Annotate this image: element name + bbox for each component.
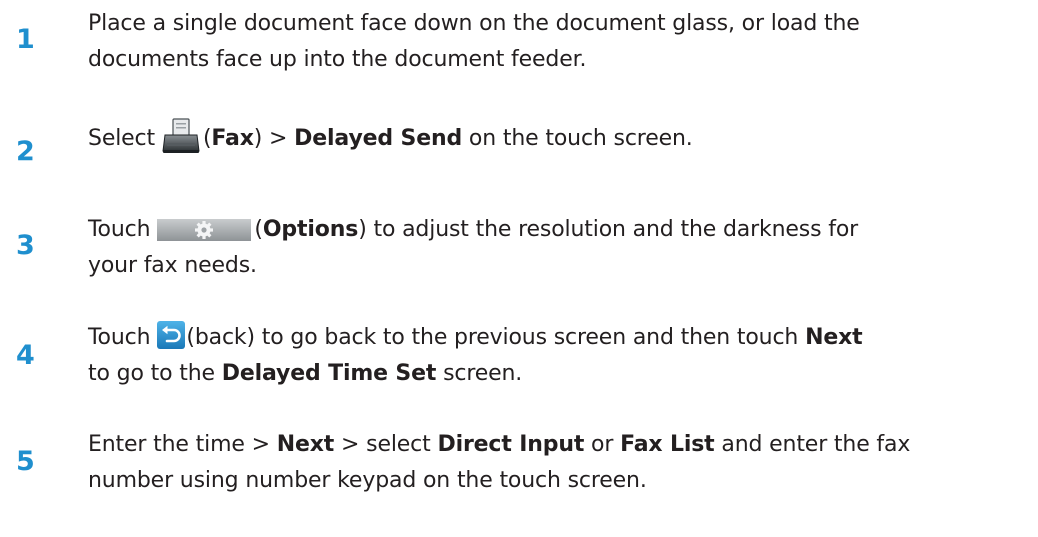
- step-line: Touch (Options) to adjust the resolution…: [88, 212, 1033, 248]
- step-text-part: Enter the time >: [88, 432, 277, 457]
- step-number: 3: [16, 230, 35, 261]
- step-line: Place a single document face down on the…: [88, 11, 860, 36]
- step-text: Touch (Options) to adjust the resolution…: [88, 212, 1033, 284]
- step-text-bold: Delayed Time Set: [221, 361, 437, 386]
- step-text-part: ) to adjust the resolution and the darkn…: [358, 217, 859, 242]
- step-text-part: on the touch screen.: [462, 126, 693, 151]
- step-line: Touch (back) to go back to the previous …: [88, 320, 1033, 356]
- step-text-part: and enter the fax: [714, 432, 911, 457]
- step-text: Enter the time > Next > select Direct In…: [88, 427, 1033, 499]
- step-text-part: (: [254, 217, 263, 242]
- step-number: 1: [16, 24, 35, 55]
- step-text-bold: Next: [276, 432, 335, 457]
- step-line: documents face up into the document feed…: [88, 47, 587, 72]
- step-text-bold: Direct Input: [437, 432, 585, 457]
- fax-icon: [161, 117, 201, 155]
- step-number: 2: [16, 136, 35, 167]
- step-text-bold: Fax: [211, 126, 254, 151]
- step-text-part: > select: [334, 432, 438, 457]
- step-text: Touch (back) to go back to the previous …: [88, 320, 1033, 392]
- step-text-part: Touch: [88, 325, 151, 350]
- step-text-part: (back) to go back to the previous screen…: [186, 325, 806, 350]
- step-text-part: to go to the: [88, 361, 222, 386]
- step-text-part: ) >: [253, 126, 295, 151]
- step-line: to go to the Delayed Time Set screen.: [88, 356, 1033, 392]
- step-text-bold: Options: [262, 217, 359, 242]
- step-text-bold: Fax List: [620, 432, 715, 457]
- back-arrow-icon: [157, 321, 186, 349]
- step-line: number using number keypad on the touch …: [88, 468, 647, 493]
- step-number: 4: [16, 340, 35, 371]
- step-text-part: or: [584, 432, 621, 457]
- step-text-bold: Next: [805, 325, 863, 350]
- step-number: 5: [16, 446, 35, 477]
- step-text-part: Select: [88, 126, 155, 151]
- step-text-part: Touch: [88, 217, 151, 242]
- step-text: Place a single document face down on the…: [88, 6, 1033, 78]
- step-text-bold: Delayed Send: [294, 126, 463, 151]
- step-line: your fax needs.: [88, 253, 257, 278]
- step-text: Select (Fax) > Delayed Send on the touch…: [88, 117, 1033, 158]
- step-text-part: screen.: [436, 361, 523, 386]
- step-line: Enter the time > Next > select Direct In…: [88, 427, 1033, 463]
- options-gear-icon: [157, 217, 252, 241]
